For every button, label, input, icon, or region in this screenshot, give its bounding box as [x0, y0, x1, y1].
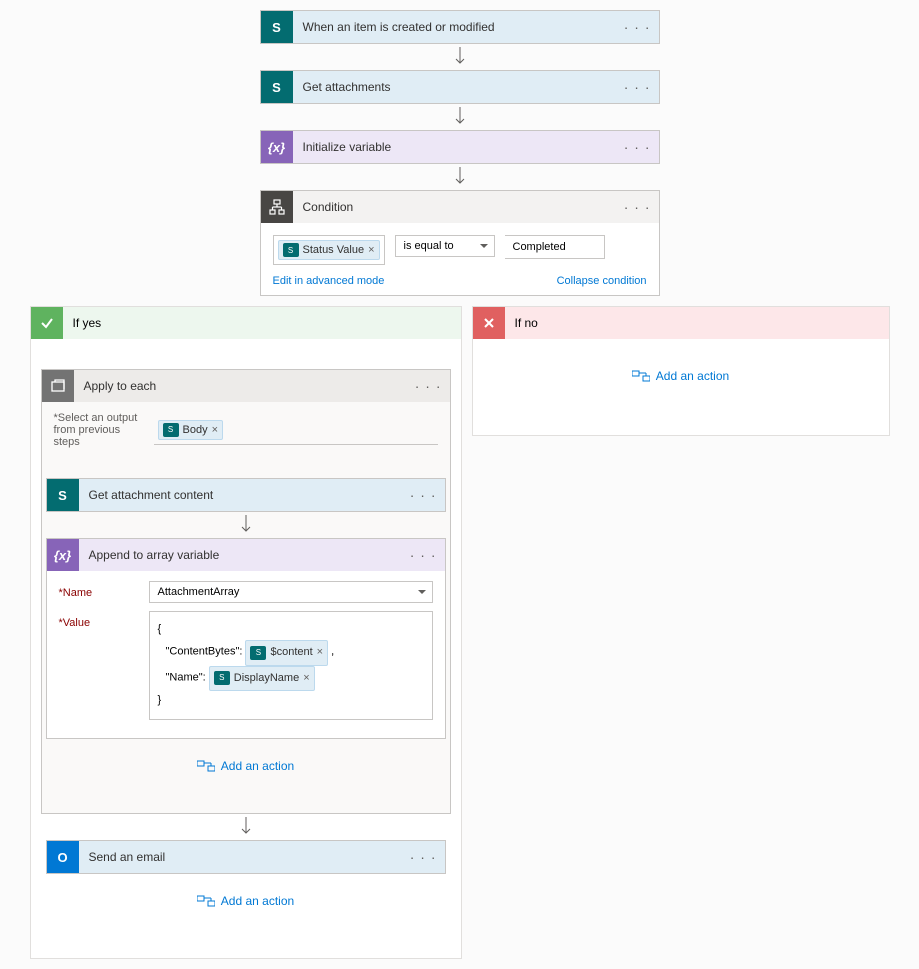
step-apply-to-each[interactable]: Apply to each · · · *Select an output fr…	[41, 369, 451, 814]
remove-token-icon[interactable]: ×	[317, 643, 323, 663]
condition-operator-dropdown[interactable]: is equal to	[395, 235, 495, 257]
sharepoint-icon: S	[47, 479, 79, 511]
value-label: *Value	[59, 611, 149, 629]
more-icon[interactable]: · · ·	[410, 487, 437, 503]
step-title: Apply to each	[74, 379, 415, 393]
arrow-icon	[454, 164, 466, 190]
step-append-variable[interactable]: {x} Append to array variable · · · *Name…	[46, 538, 446, 739]
more-icon[interactable]: · · ·	[624, 79, 651, 95]
branch-yes: If yes Apply to each · · · *Select an ou…	[30, 306, 462, 959]
arrow-icon	[240, 814, 252, 840]
more-icon[interactable]: · · ·	[415, 378, 442, 394]
step-get-attachment-content[interactable]: S Get attachment content · · ·	[46, 478, 446, 512]
step-condition[interactable]: Condition · · · SStatus Value× is equal …	[260, 190, 660, 296]
variable-icon: {x}	[261, 131, 293, 163]
value-textbox[interactable]: { "ContentBytes": S$content× , "Name": S…	[149, 611, 433, 720]
token-displayname[interactable]: SDisplayName×	[209, 666, 315, 692]
remove-token-icon[interactable]: ×	[212, 424, 218, 436]
add-action-button[interactable]: Add an action	[197, 739, 294, 793]
step-title: Send an email	[79, 850, 410, 864]
step-title: Initialize variable	[293, 140, 624, 154]
remove-token-icon[interactable]: ×	[303, 669, 309, 689]
step-title: Condition	[293, 200, 624, 214]
edit-advanced-link[interactable]: Edit in advanced mode	[273, 275, 385, 287]
step-get-attachments[interactable]: S Get attachments · · ·	[260, 70, 660, 104]
sharepoint-icon: S	[261, 71, 293, 103]
token-body[interactable]: SBody×	[158, 420, 224, 440]
arrow-icon	[454, 44, 466, 70]
branch-title: If no	[505, 316, 538, 330]
remove-token-icon[interactable]: ×	[368, 244, 374, 256]
step-title: Get attachments	[293, 80, 624, 94]
branch-title: If yes	[63, 316, 102, 330]
more-icon[interactable]: · · ·	[624, 139, 651, 155]
branch-no: If no Add an action	[472, 306, 890, 436]
each-label: *Select an output from previous steps	[54, 412, 144, 448]
x-icon	[473, 307, 505, 339]
condition-left[interactable]: SStatus Value×	[273, 235, 385, 265]
step-init-variable[interactable]: {x} Initialize variable · · ·	[260, 130, 660, 164]
arrow-icon	[240, 512, 252, 538]
sharepoint-icon: S	[163, 423, 179, 437]
loop-icon	[42, 370, 74, 402]
step-title: When an item is created or modified	[293, 20, 624, 34]
more-icon[interactable]: · · ·	[624, 19, 651, 35]
more-icon[interactable]: · · ·	[624, 199, 651, 215]
more-icon[interactable]: · · ·	[410, 849, 437, 865]
check-icon	[31, 307, 63, 339]
step-trigger[interactable]: S When an item is created or modified · …	[260, 10, 660, 44]
token-content[interactable]: S$content×	[245, 640, 328, 666]
name-label: *Name	[59, 581, 149, 599]
condition-right[interactable]: Completed	[505, 235, 605, 259]
arrow-icon	[454, 104, 466, 130]
sharepoint-icon: S	[250, 646, 266, 660]
sharepoint-icon: S	[283, 243, 299, 257]
add-action-button[interactable]: Add an action	[197, 874, 294, 928]
collapse-condition-link[interactable]: Collapse condition	[557, 275, 647, 287]
more-icon[interactable]: · · ·	[410, 547, 437, 563]
step-title: Get attachment content	[79, 488, 410, 502]
each-input[interactable]: SBody×	[154, 416, 438, 445]
name-dropdown[interactable]: AttachmentArray	[149, 581, 433, 603]
sharepoint-icon: S	[214, 671, 230, 685]
variable-icon: {x}	[47, 539, 79, 571]
sharepoint-icon: S	[261, 11, 293, 43]
token-status-value[interactable]: SStatus Value×	[278, 240, 380, 260]
condition-icon	[261, 191, 293, 223]
add-action-button[interactable]: Add an action	[632, 359, 729, 393]
step-title: Append to array variable	[79, 548, 410, 562]
step-send-email[interactable]: O Send an email · · ·	[46, 840, 446, 874]
outlook-icon: O	[47, 841, 79, 873]
